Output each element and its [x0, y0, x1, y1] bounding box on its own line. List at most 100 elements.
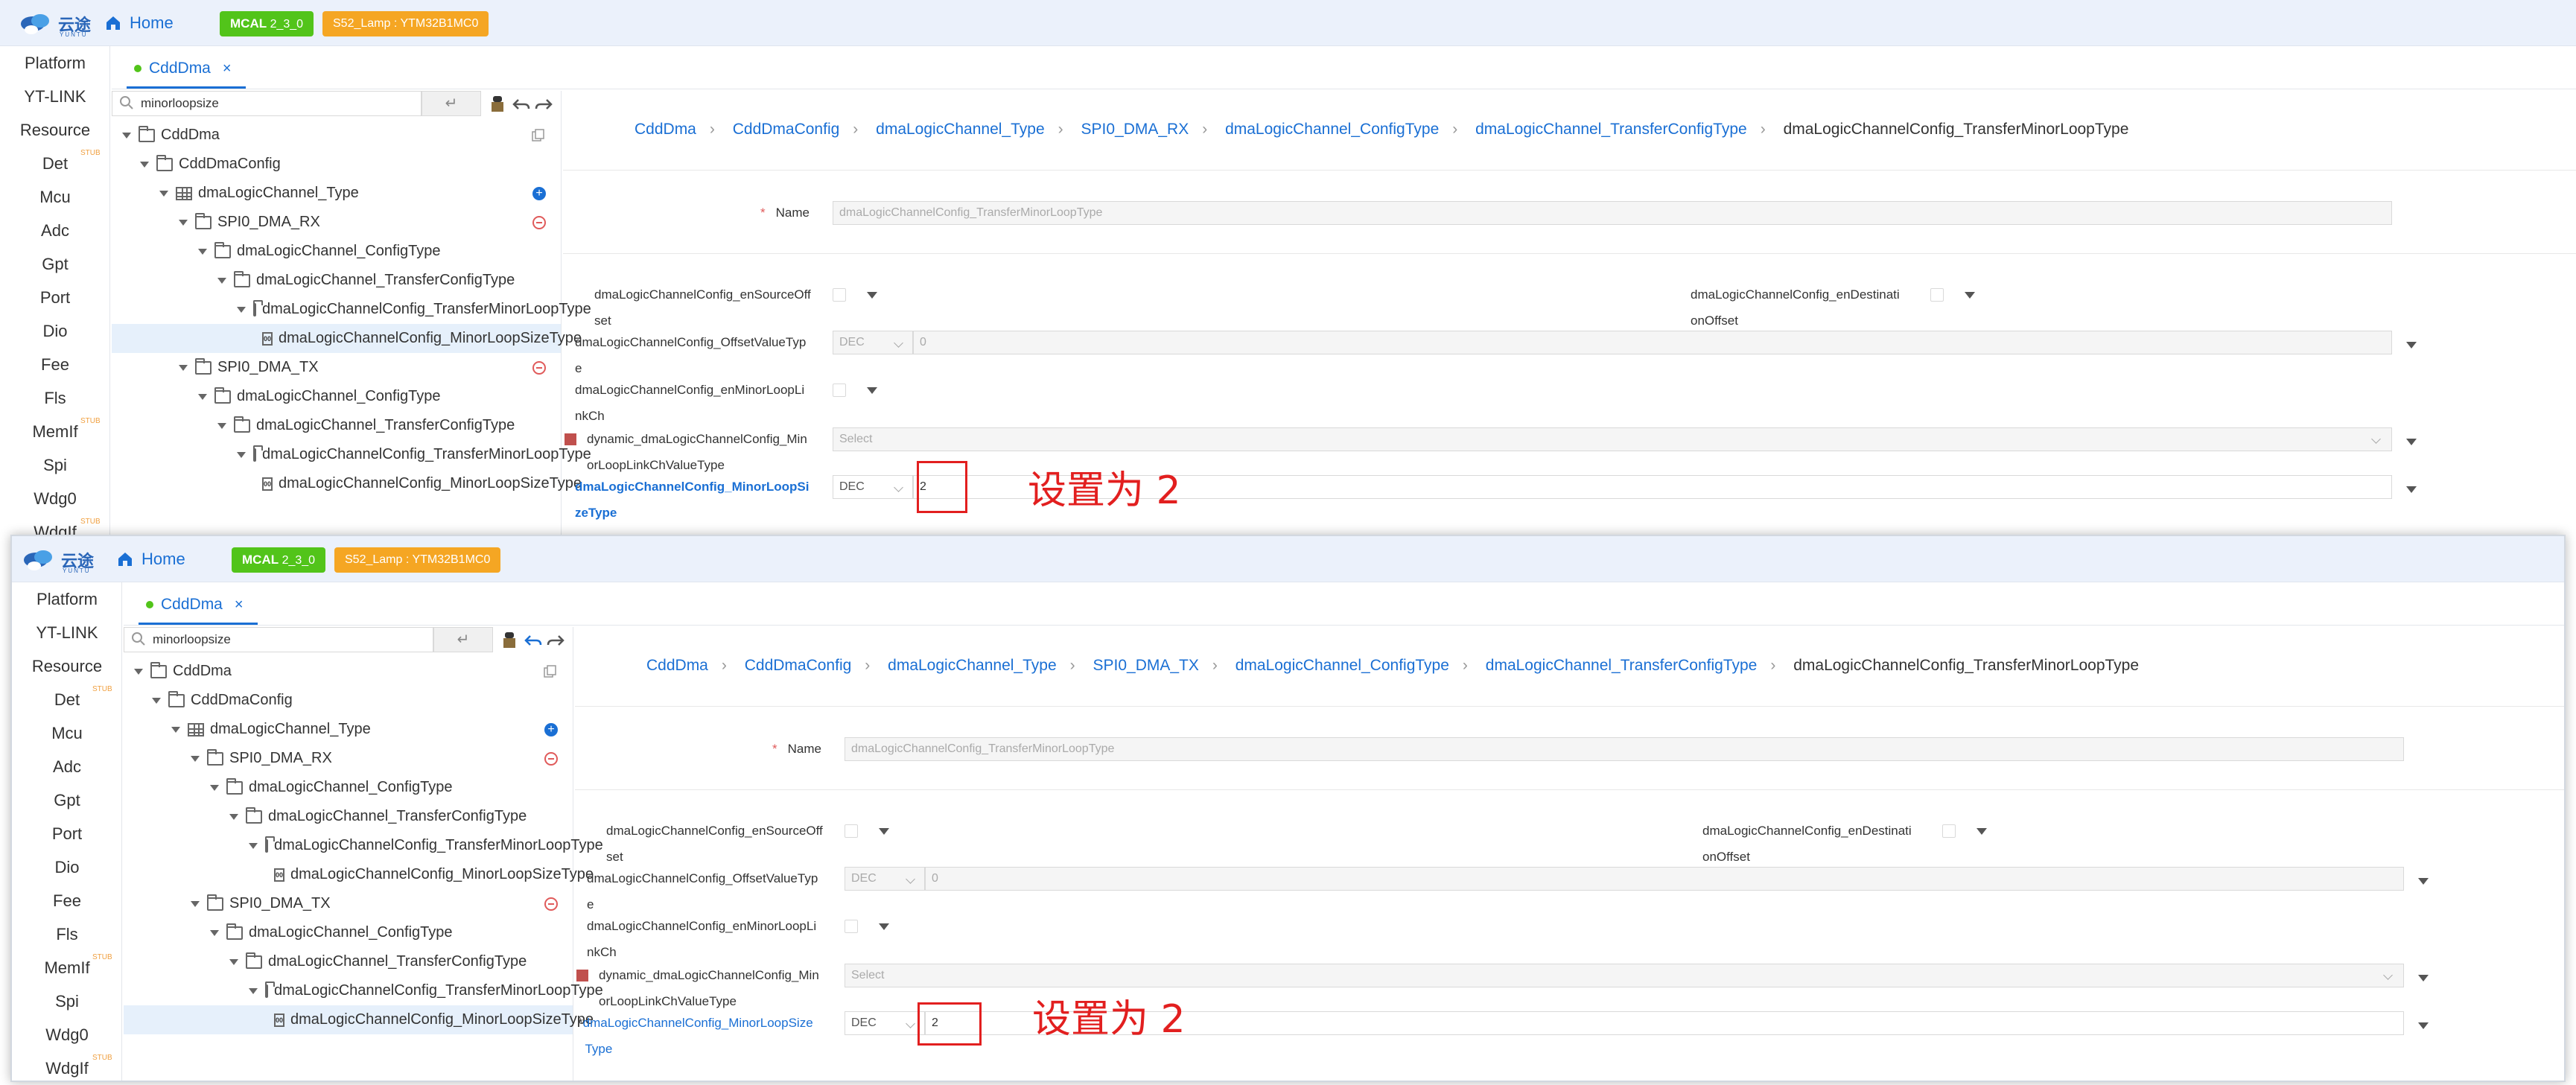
- breadcrumb-link[interactable]: dmaLogicChannel_Type: [876, 121, 1045, 138]
- tree-node-minorloopsize[interactable]: 00 dmaLogicChannelConfig_MinorLoopSizeTyp…: [112, 324, 582, 353]
- nav-item-mcu[interactable]: Mcu: [12, 724, 122, 743]
- nav-item-dio[interactable]: Dio: [12, 858, 122, 877]
- nav-item-fls[interactable]: Fls: [12, 925, 122, 944]
- tree-node-transferminorlooptype[interactable]: dmaLogicChannelConfig_TransferMinorLoopT…: [124, 831, 603, 860]
- search-enter-button[interactable]: ↵: [433, 627, 493, 652]
- tree-node-transferconfigtype[interactable]: dmaLogicChannel_TransferConfigType: [124, 947, 573, 976]
- tree-node-transferminorlooptype[interactable]: dmaLogicChannelConfig_TransferMinorLoopT…: [112, 440, 591, 469]
- tab-close-icon[interactable]: ×: [223, 60, 232, 77]
- tree-node-spi0-dma-rx[interactable]: SPI0_DMA_RX: [112, 208, 561, 237]
- tree-node-logicchannel-type[interactable]: dmaLogicChannel_Type +: [124, 715, 573, 744]
- enminorlooplink-checkbox[interactable]: [833, 384, 846, 397]
- nav-item-platform[interactable]: Platform: [12, 590, 122, 609]
- chevron-down-icon[interactable]: [867, 387, 877, 394]
- tree-node-cdddma[interactable]: CddDma: [124, 657, 573, 686]
- tab-cdddma[interactable]: CddDma ×: [134, 60, 232, 77]
- name-field[interactable]: dmaLogicChannelConfig_TransferMinorLoopT…: [833, 201, 2392, 225]
- tab-cdddma[interactable]: CddDma ×: [146, 596, 244, 614]
- remove-icon[interactable]: [532, 360, 546, 375]
- nav-item-wdg0[interactable]: Wdg0: [0, 489, 110, 509]
- tree-node-minorloopsize[interactable]: 00 dmaLogicChannelConfig_MinorLoopSizeTyp…: [112, 469, 582, 498]
- remove-icon[interactable]: [544, 897, 558, 911]
- undo-icon[interactable]: [523, 630, 544, 651]
- chevron-down-icon[interactable]: [879, 828, 889, 835]
- redo-icon[interactable]: [545, 630, 566, 651]
- breadcrumb-link[interactable]: CddDma: [646, 657, 708, 674]
- nav-item-resource[interactable]: Resource: [0, 121, 110, 140]
- tree-node-minorloopsize[interactable]: 00 dmaLogicChannelConfig_MinorLoopSizeTyp…: [124, 860, 594, 889]
- breadcrumb-link[interactable]: dmaLogicChannel_TransferConfigType: [1475, 121, 1747, 138]
- nav-item-fee[interactable]: Fee: [0, 355, 110, 375]
- tree-node-configtype[interactable]: dmaLogicChannel_ConfigType: [112, 382, 561, 411]
- nav-item-yt-link[interactable]: YT-LINK: [0, 87, 110, 106]
- remove-icon[interactable]: [532, 215, 546, 229]
- breadcrumb-link[interactable]: dmaLogicChannel_ConfigType: [1225, 121, 1439, 138]
- home-link[interactable]: Home: [116, 550, 185, 569]
- chevron-down-icon[interactable]: [2406, 342, 2417, 349]
- home-link[interactable]: Home: [104, 13, 174, 33]
- nav-item-yt-link[interactable]: YT-LINK: [12, 623, 122, 643]
- search-enter-button[interactable]: ↵: [422, 91, 481, 116]
- dynamic-minorlooplink-select[interactable]: Select: [845, 964, 2404, 987]
- dynamic-minorlooplink-select[interactable]: Select: [833, 427, 2392, 451]
- redo-icon[interactable]: [533, 94, 554, 115]
- breadcrumb-link[interactable]: CddDmaConfig: [733, 121, 840, 138]
- add-icon[interactable]: +: [532, 186, 546, 200]
- tree-node-cdddmaconfig[interactable]: CddDmaConfig: [124, 686, 573, 715]
- offset-value-field[interactable]: 0: [925, 867, 2404, 891]
- chevron-down-icon[interactable]: [879, 923, 889, 930]
- name-field[interactable]: dmaLogicChannelConfig_TransferMinorLoopT…: [845, 737, 2404, 761]
- nav-item-wdg0[interactable]: Wdg0: [12, 1025, 122, 1045]
- offset-value-field[interactable]: 0: [913, 331, 2392, 354]
- nav-item-fls[interactable]: Fls: [0, 389, 110, 408]
- nav-item-adc[interactable]: Adc: [12, 757, 122, 777]
- nav-item-port[interactable]: Port: [12, 824, 122, 844]
- chevron-down-icon[interactable]: [2406, 439, 2417, 445]
- tree-node-transferminorlooptype[interactable]: dmaLogicChannelConfig_TransferMinorLoopT…: [124, 976, 603, 1005]
- tree-node-spi0-dma-tx[interactable]: SPI0_DMA_TX: [112, 353, 561, 382]
- chevron-down-icon[interactable]: [1965, 292, 1975, 299]
- breadcrumb-link[interactable]: dmaLogicChannel_TransferConfigType: [1486, 657, 1758, 674]
- nav-item-gpt[interactable]: Gpt: [12, 791, 122, 810]
- chevron-down-icon[interactable]: [2406, 486, 2417, 493]
- breadcrumb-link[interactable]: dmaLogicChannel_ConfigType: [1235, 657, 1449, 674]
- tree-node-configtype[interactable]: dmaLogicChannel_ConfigType: [124, 918, 573, 947]
- tree-node-transferconfigtype[interactable]: dmaLogicChannel_TransferConfigType: [112, 266, 561, 295]
- chevron-down-icon[interactable]: [867, 292, 877, 299]
- breadcrumb-link[interactable]: SPI0_DMA_RX: [1081, 121, 1189, 138]
- agent-icon[interactable]: [487, 94, 508, 115]
- tree-node-cdddmaconfig[interactable]: CddDmaConfig: [112, 150, 561, 179]
- chevron-down-icon[interactable]: [2418, 878, 2429, 885]
- chevron-down-icon[interactable]: [1976, 828, 1987, 835]
- tree-node-cdddma[interactable]: CddDma: [112, 121, 561, 150]
- agent-icon[interactable]: [499, 630, 520, 651]
- tree-node-configtype[interactable]: dmaLogicChannel_ConfigType: [112, 237, 561, 266]
- remove-icon[interactable]: [544, 751, 558, 766]
- tree-node-spi0-dma-tx[interactable]: SPI0_DMA_TX: [124, 889, 573, 918]
- add-icon[interactable]: +: [544, 722, 558, 736]
- enminorlooplink-checkbox[interactable]: [845, 920, 858, 933]
- nav-item-port[interactable]: Port: [0, 288, 110, 308]
- tree-node-transferminorlooptype[interactable]: dmaLogicChannelConfig_TransferMinorLoopT…: [112, 295, 591, 324]
- tree-node-transferconfigtype[interactable]: dmaLogicChannel_TransferConfigType: [112, 411, 561, 440]
- tree-node-spi0-dma-rx[interactable]: SPI0_DMA_RX: [124, 744, 573, 773]
- ensourceoffset-checkbox[interactable]: [833, 288, 846, 302]
- breadcrumb-link[interactable]: SPI0_DMA_TX: [1093, 657, 1198, 674]
- copy-icon[interactable]: [531, 128, 546, 143]
- chevron-down-icon[interactable]: [2418, 1022, 2429, 1029]
- nav-item-fee[interactable]: Fee: [12, 891, 122, 911]
- tree-search-input[interactable]: minorloopsize: [112, 91, 422, 116]
- endestoffset-checkbox[interactable]: [1930, 288, 1944, 302]
- breadcrumb-link[interactable]: CddDma: [635, 121, 696, 138]
- tree-search-input[interactable]: minorloopsize: [124, 627, 433, 652]
- copy-icon[interactable]: [543, 664, 558, 679]
- nav-item-spi[interactable]: Spi: [0, 456, 110, 475]
- tree-node-configtype[interactable]: dmaLogicChannel_ConfigType: [124, 773, 573, 802]
- nav-item-spi[interactable]: Spi: [12, 992, 122, 1011]
- tree-node-transferconfigtype[interactable]: dmaLogicChannel_TransferConfigType: [124, 802, 573, 831]
- nav-item-dio[interactable]: Dio: [0, 322, 110, 341]
- nav-item-mcu[interactable]: Mcu: [0, 188, 110, 207]
- nav-item-adc[interactable]: Adc: [0, 221, 110, 241]
- endestoffset-checkbox[interactable]: [1942, 824, 1956, 838]
- breadcrumb-link[interactable]: dmaLogicChannel_Type: [888, 657, 1057, 674]
